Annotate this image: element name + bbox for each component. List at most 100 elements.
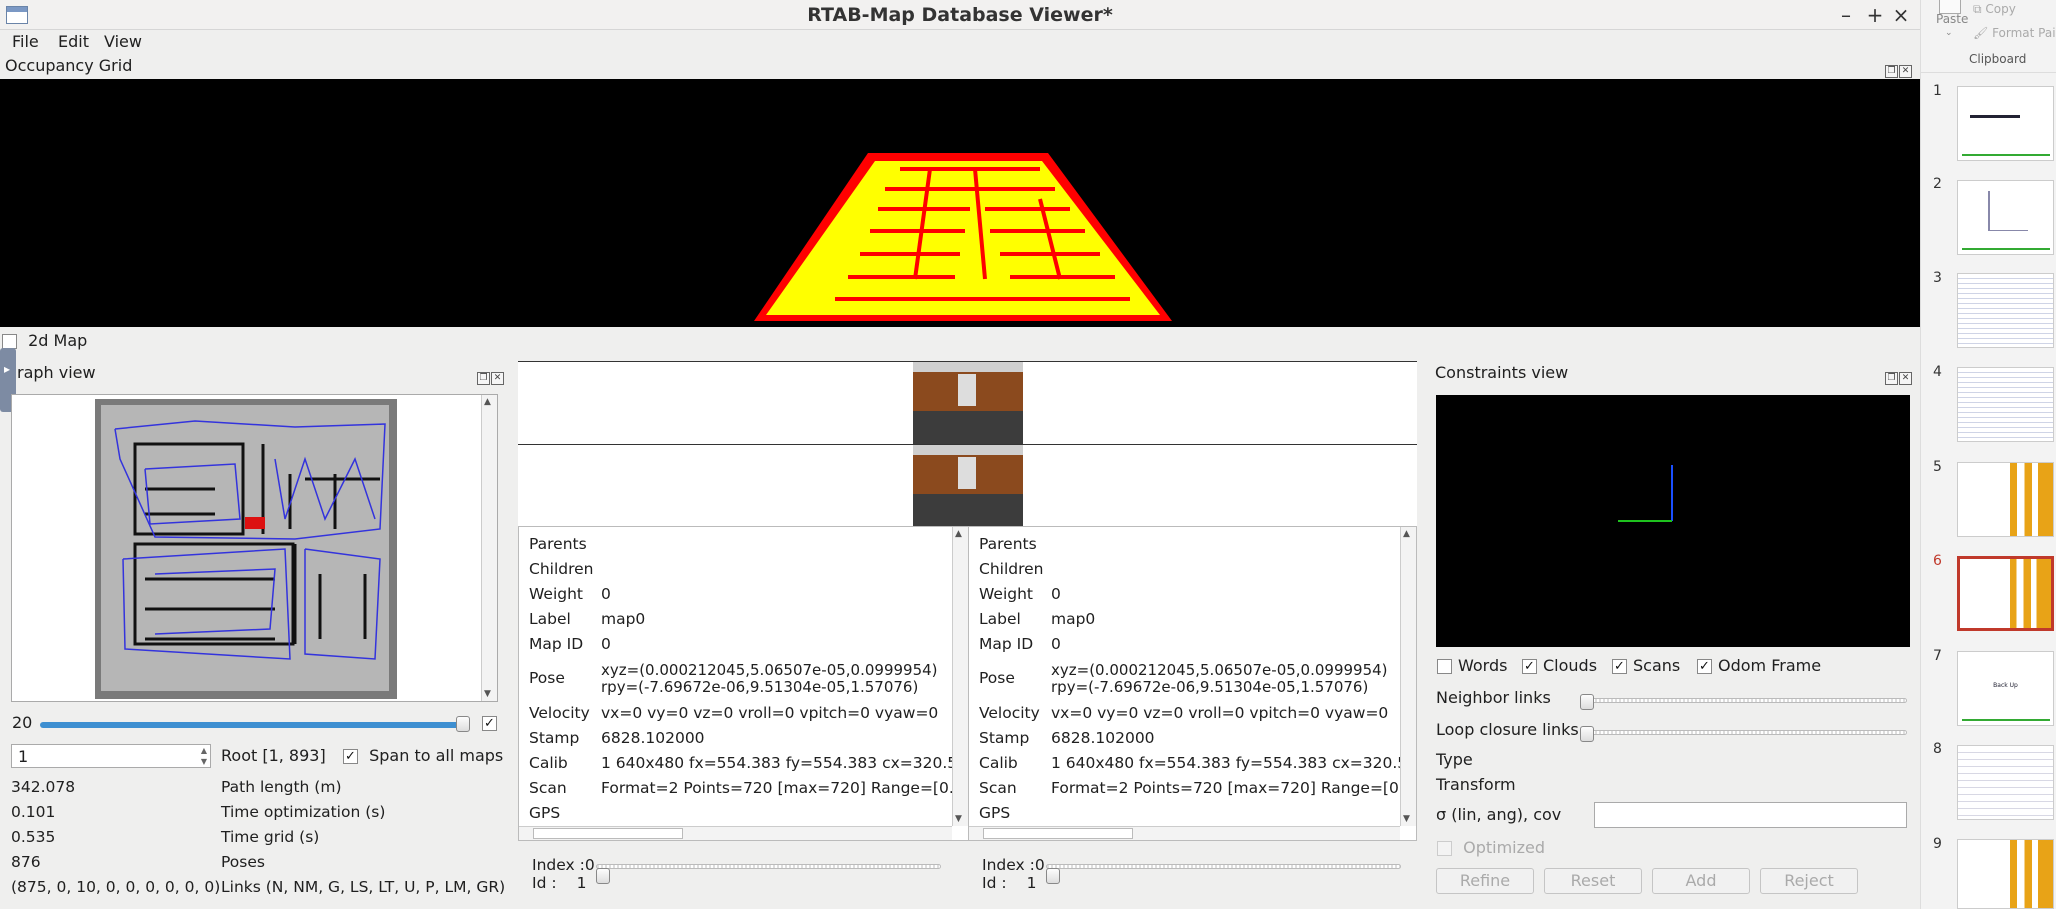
odom-frame-toggle[interactable]: ✓ Odom Frame: [1697, 656, 1821, 675]
neighbor-links-slider[interactable]: [1582, 698, 1907, 703]
slide-thumbnail[interactable]: [1957, 462, 2054, 537]
close-dock-icon[interactable]: ✕: [1899, 372, 1912, 385]
index-a-slider[interactable]: [596, 864, 941, 869]
node-info-panel-b: Parents Children Weight 0 Label map0 Map I…: [968, 526, 1417, 841]
paste-label[interactable]: Paste: [1936, 12, 1968, 26]
image-views: [518, 361, 1417, 527]
slide-thumbnail[interactable]: Back Up: [1957, 651, 2054, 726]
slide-thumbnail[interactable]: [1957, 367, 2054, 442]
neighbor-links-handle[interactable]: [1580, 694, 1594, 710]
scroll-up-icon[interactable]: ▲: [1403, 529, 1410, 539]
slide-thumbnail-selected[interactable]: [1957, 556, 2054, 631]
scan-value: Format=2 Points=720 [max=720] Range=[0.1: [1051, 779, 1414, 797]
words-toggle[interactable]: Words: [1437, 656, 1507, 675]
scroll-down-icon[interactable]: ▼: [955, 814, 962, 824]
info-label: Label: [529, 610, 571, 628]
calib-value: 1 640x480 fx=554.383 fy=554.383 cx=320.5: [1051, 754, 1408, 772]
menu-edit[interactable]: Edit: [58, 32, 89, 51]
loop-closure-handle[interactable]: [1580, 726, 1594, 742]
id-label: Id :: [982, 874, 1007, 892]
info-a-horizontal-scrollbar[interactable]: [519, 826, 952, 840]
graph-vertical-scrollbar[interactable]: ▲ ▼: [481, 395, 497, 701]
span-all-maps-label: Span to all maps: [369, 746, 504, 765]
id-value: 1: [1026, 874, 1037, 892]
copy-icon: ⧉: [1973, 2, 1982, 16]
zoom-slider-handle[interactable]: [456, 716, 470, 732]
slide-number-selected: 6: [1933, 553, 1942, 569]
info-label: Parents: [529, 535, 587, 553]
scroll-down-icon[interactable]: ▼: [1403, 814, 1410, 824]
float-icon[interactable]: ❐: [1885, 372, 1898, 385]
close-dock-icon[interactable]: ✕: [491, 372, 504, 385]
scroll-down-icon[interactable]: ▼: [484, 689, 491, 699]
scans-toggle[interactable]: ✓ Scans: [1612, 656, 1680, 675]
format-painter-button[interactable]: 🖌 Format Painter: [1973, 26, 2056, 40]
info-label: Weight: [979, 585, 1034, 603]
close-dock-icon[interactable]: ✕: [1899, 65, 1912, 78]
graph-view[interactable]: ▲ ▼: [11, 394, 498, 702]
scroll-up-icon[interactable]: ▲: [484, 397, 491, 407]
span-all-maps-checkbox[interactable]: ✓: [343, 749, 358, 764]
float-icon[interactable]: ❐: [1885, 65, 1898, 78]
index-b-slider[interactable]: [1046, 864, 1401, 869]
two-d-map-checkbox[interactable]: [2, 334, 17, 349]
slide-thumbnail[interactable]: [1957, 839, 2054, 909]
add-button[interactable]: Add: [1652, 868, 1750, 894]
graph-statistics: 342.078 Path length (m) 0.101 Time optim…: [11, 778, 505, 903]
spin-arrows-icon[interactable]: ▲ ▼: [201, 745, 207, 767]
pose-rpy: rpy=(-7.69672e-06,9.51304e-05,1.57076): [1051, 678, 1369, 696]
index-a-slider-handle[interactable]: [596, 868, 610, 884]
index-label: Index :: [532, 856, 585, 874]
scan-value: Format=2 Points=720 [max=720] Range=[0.1: [601, 779, 964, 797]
constraints-3d-view[interactable]: [1436, 395, 1910, 647]
scans-checkbox[interactable]: ✓: [1612, 659, 1627, 674]
optimized-toggle[interactable]: Optimized: [1437, 838, 1545, 857]
info-a-vertical-scrollbar[interactable]: ▲ ▼: [952, 527, 968, 826]
info-label: Calib: [529, 754, 568, 772]
span-all-maps-toggle[interactable]: ✓ Span to all maps: [343, 746, 503, 765]
paste-dropdown-icon[interactable]: ⌄: [1945, 28, 1953, 38]
info-label: Scan: [529, 779, 567, 797]
minimize-button[interactable]: –: [1835, 3, 1857, 27]
reset-button[interactable]: Reset: [1544, 868, 1642, 894]
odom-frame-checkbox[interactable]: ✓: [1697, 659, 1712, 674]
close-button[interactable]: ×: [1890, 3, 1912, 27]
loop-closure-slider[interactable]: [1582, 730, 1907, 735]
clouds-checkbox[interactable]: ✓: [1522, 659, 1537, 674]
words-label: Words: [1458, 656, 1508, 675]
info-label: Label: [979, 610, 1021, 628]
info-label: Parents: [979, 535, 1037, 553]
float-icon[interactable]: ❐: [477, 372, 490, 385]
two-d-map-toggle[interactable]: 2d Map: [2, 331, 87, 350]
occupancy-grid-view[interactable]: [0, 79, 1920, 327]
zoom-enable-checkbox[interactable]: ✓: [482, 716, 497, 731]
sigma-label: σ (lin, ang), cov: [1436, 805, 1562, 824]
zoom-slider[interactable]: [40, 722, 470, 728]
maximize-button[interactable]: +: [1864, 3, 1886, 27]
node-id-spinbox[interactable]: 1 ▲ ▼: [11, 744, 211, 768]
reject-button[interactable]: Reject: [1760, 868, 1858, 894]
slide-thumbnail[interactable]: [1957, 86, 2054, 161]
map-id-value: 0: [1051, 635, 1061, 653]
menu-view[interactable]: View: [104, 32, 142, 51]
info-label: Children: [529, 560, 594, 578]
optimized-checkbox[interactable]: [1437, 841, 1452, 856]
words-checkbox[interactable]: [1437, 659, 1452, 674]
stat-label: Poses: [221, 853, 265, 871]
map-id-value: 0: [601, 635, 611, 653]
clouds-toggle[interactable]: ✓ Clouds: [1522, 656, 1597, 675]
info-b-vertical-scrollbar[interactable]: ▲ ▼: [1400, 527, 1416, 826]
info-b-horizontal-scrollbar[interactable]: [969, 826, 1400, 840]
scroll-up-icon[interactable]: ▲: [955, 529, 962, 539]
slide-thumbnail[interactable]: [1957, 180, 2054, 255]
refine-button[interactable]: Refine: [1436, 868, 1534, 894]
sigma-cov-input[interactable]: [1594, 802, 1907, 828]
root-label: Root [1, 893]: [221, 746, 326, 765]
slide-thumbnail[interactable]: [1957, 745, 2054, 820]
slide-number: 7: [1933, 648, 1942, 664]
menu-file[interactable]: File: [12, 32, 39, 51]
index-b-slider-handle[interactable]: [1046, 868, 1060, 884]
info-label: Velocity: [979, 704, 1040, 722]
slide-thumbnail[interactable]: [1957, 273, 2054, 348]
copy-button[interactable]: ⧉ Copy: [1973, 2, 2016, 17]
